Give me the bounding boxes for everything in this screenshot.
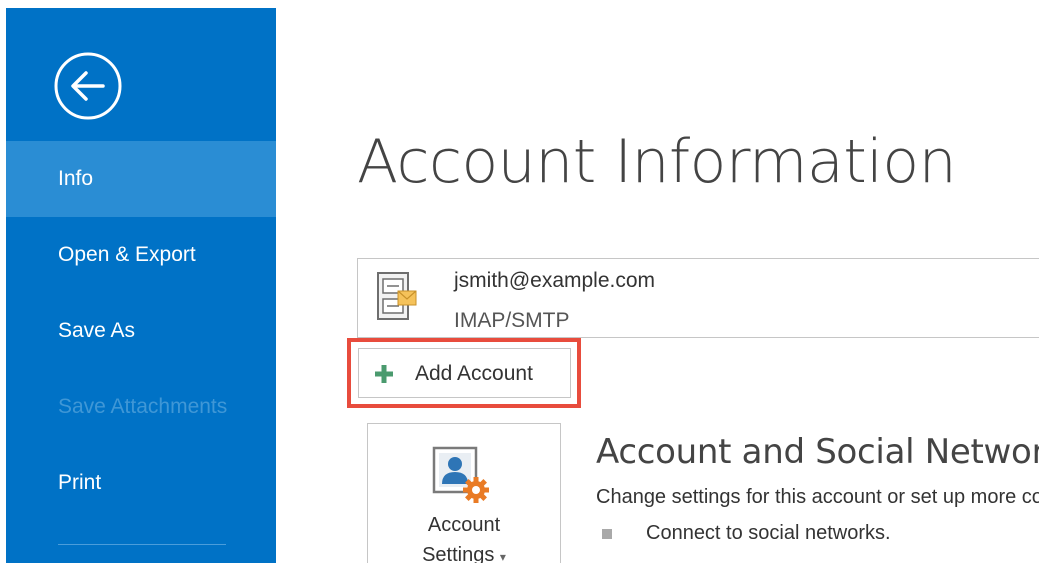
account-settings-label-line2: Settings ▾ — [368, 544, 560, 563]
account-settings-label-text: Settings — [422, 544, 495, 563]
sidebar-item-save-attachments: Save Attachments — [58, 395, 228, 418]
chevron-down-icon: ▾ — [499, 550, 506, 563]
sidebar-item-save-as[interactable]: Save As — [6, 293, 276, 369]
account-settings-icon — [430, 444, 494, 508]
account-email: jsmith@example.com — [454, 269, 656, 292]
outlook-backstage: Info Open & Export Save As Save Attachme… — [0, 0, 1039, 563]
plus-icon — [375, 365, 393, 383]
account-settings-button[interactable]: Account Settings ▾ — [367, 423, 561, 563]
account-settings-label-line1: Account — [427, 514, 501, 536]
add-account-label: Add Account — [415, 362, 533, 385]
section-title: Account and Social Network Settings — [596, 432, 1039, 472]
back-arrow-circle-icon — [54, 52, 122, 120]
sidebar-item-info[interactable]: Info — [6, 141, 276, 217]
bullet-square — [602, 529, 612, 539]
bullet-connect-social: Connect to social networks. — [646, 522, 891, 544]
account-type: IMAP/SMTP — [454, 309, 570, 332]
sidebar-divider — [58, 544, 226, 545]
page-title: Account Information — [357, 127, 957, 197]
backstage-sidebar: Info Open & Export Save As Save Attachme… — [6, 8, 276, 563]
sidebar-item-print[interactable]: Print — [6, 445, 276, 521]
section-description: Change settings for this account or set … — [596, 486, 1039, 508]
sidebar-item-open-export[interactable]: Open & Export — [6, 217, 276, 293]
account-selector[interactable]: jsmith@example.com IMAP/SMTP — [357, 258, 1039, 338]
add-account-button[interactable]: Add Account — [358, 348, 571, 398]
back-button[interactable] — [53, 51, 123, 121]
mail-account-icon — [374, 271, 418, 325]
